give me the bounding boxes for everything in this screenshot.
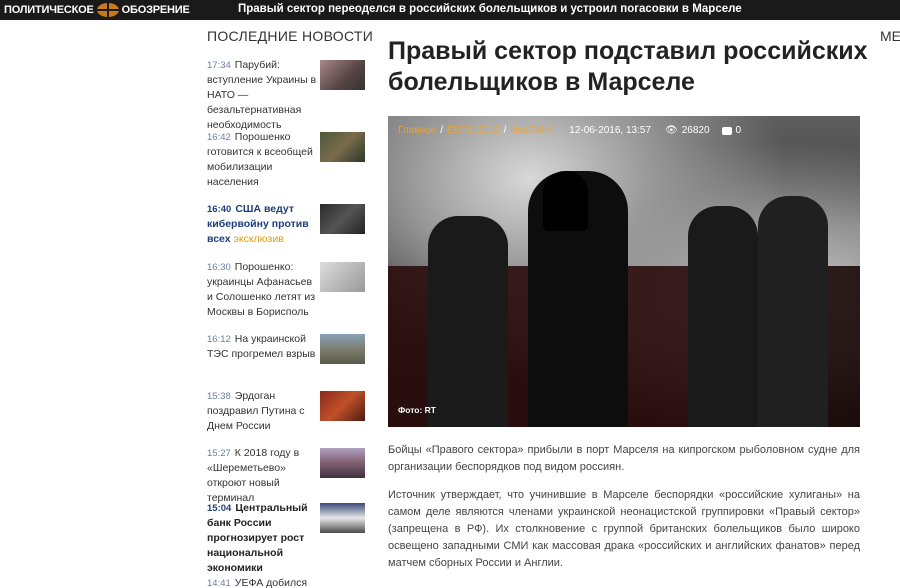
- news-thumbnail[interactable]: [320, 60, 365, 90]
- news-thumbnail[interactable]: [320, 132, 365, 162]
- article-paragraph: Бойцы «Правого сектора» прибыли в порт М…: [388, 444, 860, 473]
- news-time: 16:40: [207, 204, 232, 215]
- latest-news-title: ПОСЛЕДНИЕ НОВОСТИ: [207, 28, 374, 44]
- breadcrumb-separator: /: [503, 125, 507, 136]
- news-thumbnail[interactable]: [320, 391, 365, 421]
- photo-figure-far-right: [758, 196, 828, 427]
- photo-figure-right: [688, 206, 758, 427]
- breadcrumb-home[interactable]: Главное: [398, 125, 436, 136]
- news-thumbnail[interactable]: [320, 334, 365, 364]
- article-meta: Главное / ЕВРО 2016 / ИноСМИ 12-06-2016,…: [398, 125, 741, 136]
- comment-icon[interactable]: [721, 126, 732, 135]
- right-column-title: МЕ: [880, 28, 900, 44]
- article-photo: Главное / ЕВРО 2016 / ИноСМИ 12-06-2016,…: [388, 116, 860, 427]
- news-title[interactable]: УЕФА добился: [235, 577, 307, 588]
- photo-credit: Фото: RT: [398, 405, 437, 415]
- news-time: 15:38: [207, 391, 231, 402]
- logo-word-1: ПОЛИТИЧЕСКОЕ: [4, 4, 94, 16]
- logo-word-2: ОБОЗРЕНИЕ: [121, 4, 190, 16]
- news-time: 15:04: [207, 503, 232, 514]
- news-thumbnail[interactable]: [320, 262, 365, 292]
- news-time: 17:34: [207, 60, 231, 71]
- news-time: 15:27: [207, 448, 231, 459]
- comment-count[interactable]: 0: [736, 125, 742, 136]
- article-headline: Правый сектор подставил российских болел…: [388, 37, 868, 96]
- top-bar: ПОЛИТИЧЕСКОЕ ОБОЗРЕНИЕ Правый сектор пер…: [0, 0, 900, 20]
- photo-figure-head: [543, 171, 588, 231]
- breadcrumb-separator: /: [440, 125, 443, 136]
- site-logo[interactable]: ПОЛИТИЧЕСКОЕ ОБОЗРЕНИЕ: [4, 2, 190, 18]
- news-thumbnail[interactable]: [320, 448, 365, 478]
- globe-logo-icon: [96, 3, 119, 17]
- news-time: 16:30: [207, 262, 231, 273]
- article-paragraph: Источник утверждает, что учинившие в Мар…: [388, 489, 860, 569]
- article-date: 12-06-2016, 13:57: [569, 125, 652, 136]
- news-time: 14:41: [207, 578, 231, 588]
- breadcrumb-category[interactable]: ЕВРО 2016: [447, 125, 500, 136]
- breadcrumb-source[interactable]: ИноСМИ: [510, 125, 551, 136]
- news-thumbnail[interactable]: [320, 503, 365, 533]
- exclusive-tag: эксклюзив: [233, 233, 284, 245]
- eye-icon: 👁: [665, 125, 678, 136]
- news-ticker[interactable]: Правый сектор переоделся в российских бо…: [238, 3, 742, 15]
- view-count: 26820: [681, 125, 710, 136]
- news-time: 16:12: [207, 334, 231, 345]
- news-thumbnail[interactable]: [320, 204, 365, 234]
- photo-figure-left: [428, 216, 508, 427]
- news-time: 16:42: [207, 132, 231, 143]
